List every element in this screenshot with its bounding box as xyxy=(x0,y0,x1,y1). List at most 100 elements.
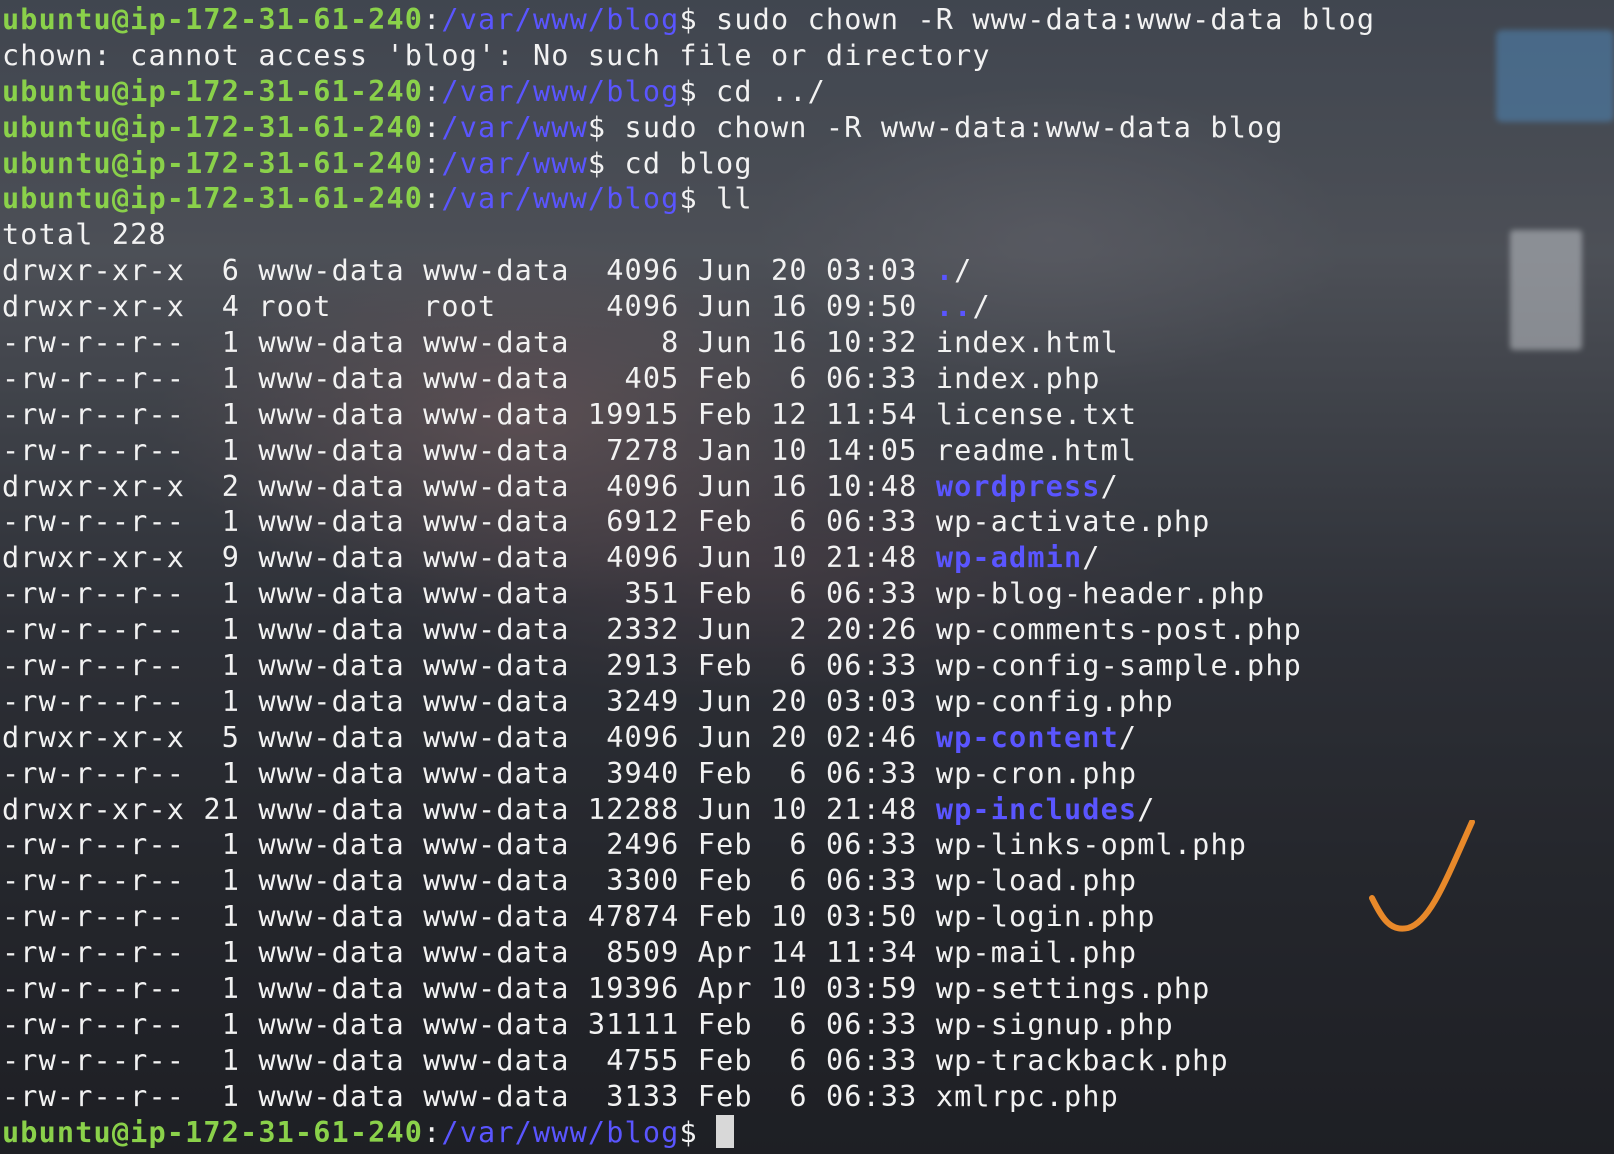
file-day: 10 xyxy=(771,792,808,826)
file-owner: www-data xyxy=(258,900,405,934)
file-day: 6 xyxy=(771,1043,808,1077)
listing-row: -rw-r--r-- 1 www-data www-data 4755 Feb … xyxy=(2,1043,1614,1079)
file-owner: www-data xyxy=(258,792,405,826)
file-month: Jun xyxy=(697,254,753,288)
terminal-output[interactable]: ubuntu@ip-172-31-61-240:/var/www/blog$ s… xyxy=(0,0,1614,1154)
file-month: Jun xyxy=(697,290,753,324)
directory-name: wp-admin xyxy=(935,541,1083,575)
file-group: www-data xyxy=(423,864,570,898)
directory-name: . xyxy=(935,254,955,288)
listing-row: -rw-r--r-- 1 www-data www-data 19915 Feb… xyxy=(2,397,1614,433)
file-time: 06:33 xyxy=(825,649,918,683)
directory-slash: / xyxy=(1100,469,1119,503)
file-permissions: drwxr-xr-x xyxy=(2,541,186,575)
file-month: Feb xyxy=(697,864,753,898)
file-permissions: -rw-r--r-- xyxy=(2,756,186,790)
file-day: 20 xyxy=(771,684,808,718)
file-name: wp-cron.php xyxy=(935,756,1138,790)
file-owner: www-data xyxy=(258,505,405,539)
file-permissions: -rw-r--r-- xyxy=(2,1043,186,1077)
file-day: 6 xyxy=(771,864,808,898)
prompt-separator: : xyxy=(423,3,442,36)
file-size: 3249 xyxy=(587,684,680,718)
prompt-separator: : xyxy=(423,1115,442,1149)
directory-slash: / xyxy=(1137,792,1156,826)
file-day: 16 xyxy=(771,326,808,360)
file-time: 03:50 xyxy=(825,900,918,934)
command-text: cd ../ xyxy=(697,74,826,108)
file-permissions: -rw-r--r-- xyxy=(2,900,186,934)
file-month: Feb xyxy=(697,828,753,862)
link-count: 9 xyxy=(203,541,241,575)
file-owner: www-data xyxy=(258,828,405,862)
listing-row: drwxr-xr-x 9 www-data www-data 4096 Jun … xyxy=(2,540,1614,576)
file-group: www-data xyxy=(423,397,570,431)
file-name: wp-config-sample.php xyxy=(935,649,1302,683)
link-count: 1 xyxy=(203,505,241,539)
file-time: 02:46 xyxy=(825,720,918,754)
text-cursor[interactable] xyxy=(716,1114,735,1148)
terminal-output-line: total 228 xyxy=(2,217,1614,253)
link-count: 2 xyxy=(203,469,241,503)
link-count: 1 xyxy=(203,684,241,718)
file-owner: www-data xyxy=(258,361,405,395)
file-month: Feb xyxy=(697,1043,753,1077)
file-name: readme.html xyxy=(935,433,1138,467)
file-day: 6 xyxy=(771,649,808,683)
listing-row: -rw-r--r-- 1 www-data www-data 6912 Feb … xyxy=(2,504,1614,540)
file-owner: www-data xyxy=(258,433,405,467)
listing-row: -rw-r--r-- 1 www-data www-data 19396 Apr… xyxy=(2,971,1614,1007)
prompt-path: /var/www/blog xyxy=(441,182,680,216)
prompt-path: /var/www/blog xyxy=(441,1115,680,1149)
directory-name: wordpress xyxy=(935,469,1101,503)
file-owner: www-data xyxy=(258,756,405,790)
prompt-symbol: $ xyxy=(679,3,698,36)
file-group: www-data xyxy=(423,326,570,360)
file-group: www-data xyxy=(423,1007,570,1041)
file-time: 09:50 xyxy=(825,290,918,324)
checkmark-icon xyxy=(1369,820,1475,932)
link-count: 5 xyxy=(203,720,241,754)
link-count: 1 xyxy=(203,864,241,898)
file-time: 06:33 xyxy=(825,577,918,611)
file-day: 10 xyxy=(771,541,808,575)
file-day: 14 xyxy=(771,936,808,970)
directory-slash: / xyxy=(954,254,973,288)
file-month: Feb xyxy=(697,1007,753,1041)
file-owner: www-data xyxy=(258,720,405,754)
file-owner: www-data xyxy=(258,469,405,503)
current-prompt-line[interactable]: ubuntu@ip-172-31-61-240:/var/www/blog$ xyxy=(2,1114,1614,1151)
file-permissions: drwxr-xr-x xyxy=(2,254,186,288)
file-time: 06:33 xyxy=(825,361,918,395)
listing-row: -rw-r--r-- 1 www-data www-data 3940 Feb … xyxy=(2,756,1614,792)
file-name: wp-blog-header.php xyxy=(935,577,1266,611)
file-group: www-data xyxy=(423,1079,570,1113)
file-time: 06:33 xyxy=(825,505,918,539)
link-count: 1 xyxy=(203,972,241,1006)
file-group: www-data xyxy=(423,756,570,790)
file-day: 6 xyxy=(771,505,808,539)
link-count: 1 xyxy=(203,649,241,683)
file-time: 06:33 xyxy=(825,828,918,862)
prompt-user: ubuntu@ip-172-31-61-240 xyxy=(2,74,424,108)
listing-row: -rw-r--r-- 1 www-data www-data 2332 Jun … xyxy=(2,612,1614,648)
listing-row: -rw-r--r-- 1 www-data www-data 7278 Jan … xyxy=(2,433,1614,469)
terminal-command-line: ubuntu@ip-172-31-61-240:/var/www$ cd blo… xyxy=(2,146,1614,182)
file-size: 4755 xyxy=(587,1043,680,1077)
file-time: 06:33 xyxy=(825,1007,918,1041)
prompt-separator: : xyxy=(423,146,442,180)
link-count: 1 xyxy=(203,326,241,360)
listing-row: -rw-r--r-- 1 www-data www-data 2913 Feb … xyxy=(2,648,1614,684)
file-name: wp-mail.php xyxy=(935,936,1138,970)
file-month: Jun xyxy=(697,684,753,718)
listing-row: drwxr-xr-x 4 root root 4096 Jun 16 09:50… xyxy=(2,289,1614,325)
prompt-path: /var/www/blog xyxy=(441,3,680,36)
listing-row: drwxr-xr-x 5 www-data www-data 4096 Jun … xyxy=(2,720,1614,756)
terminal-command-line: ubuntu@ip-172-31-61-240:/var/www/blog$ s… xyxy=(2,2,1614,38)
file-permissions: -rw-r--r-- xyxy=(2,613,186,647)
file-time: 14:05 xyxy=(825,433,918,467)
prompt-separator: : xyxy=(423,74,442,108)
file-size: 19396 xyxy=(587,972,680,1006)
file-month: Jun xyxy=(697,541,753,575)
file-group: www-data xyxy=(423,828,570,862)
